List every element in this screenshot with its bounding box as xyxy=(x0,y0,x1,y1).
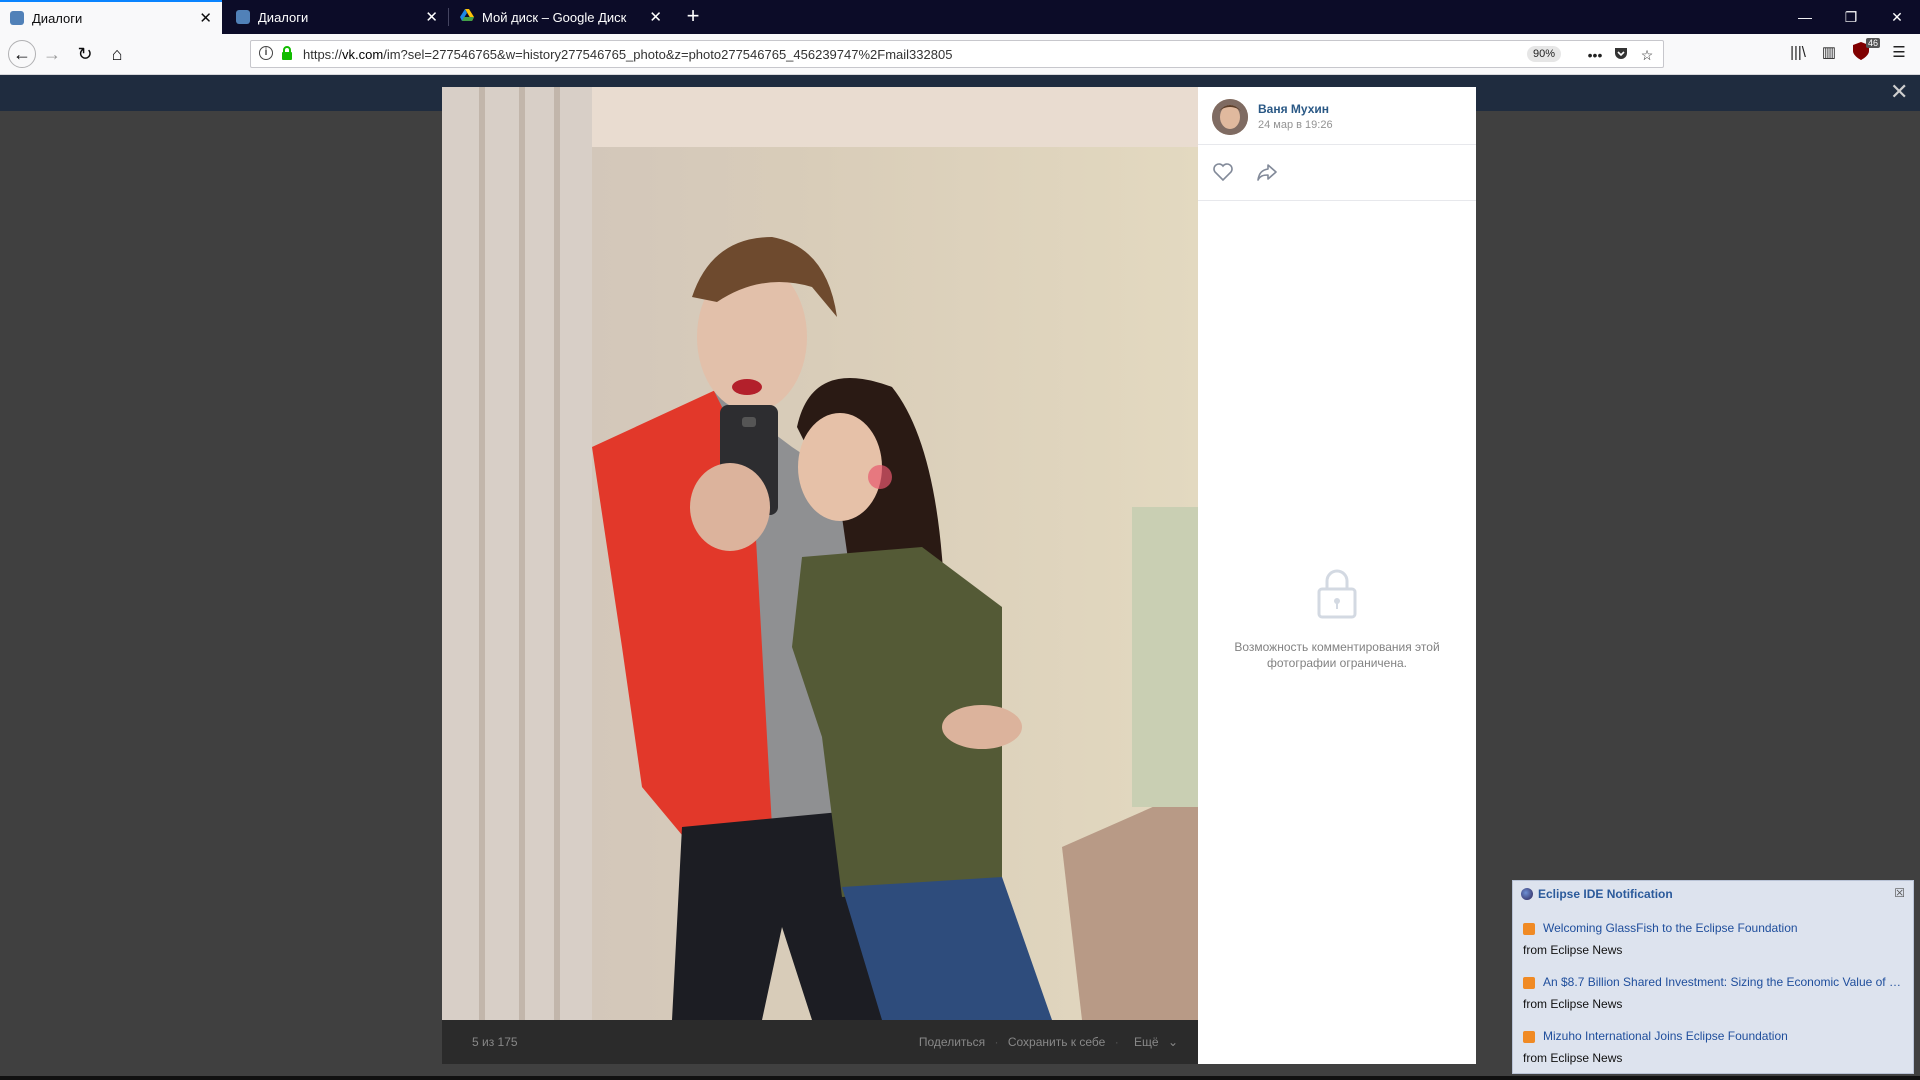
notification-title: Eclipse IDE Notification xyxy=(1538,887,1673,901)
minimize-button[interactable]: — xyxy=(1782,0,1828,34)
url-text[interactable]: https://vk.com/im?sel=277546765&w=histor… xyxy=(303,47,952,62)
divider xyxy=(1198,200,1476,201)
notification-source: from Eclipse News xyxy=(1523,943,1623,957)
vk-favicon-icon xyxy=(10,11,24,25)
comments-restricted-text: Возможность комментирования этой фотогра… xyxy=(1234,640,1440,670)
chevron-down-icon: ⌄ xyxy=(1167,1035,1178,1049)
rss-icon xyxy=(1523,1031,1535,1043)
share-arrow-icon[interactable] xyxy=(1256,162,1280,182)
share-link[interactable]: Поделиться xyxy=(919,1035,985,1049)
sidebar-icon[interactable]: ▥ xyxy=(1818,42,1840,64)
photo-footer: 5 из 175 Поделиться · Сохранить к себе ·… xyxy=(442,1020,1198,1064)
heart-icon[interactable] xyxy=(1212,162,1236,182)
separator-dot: · xyxy=(994,1035,999,1049)
rss-icon xyxy=(1523,923,1535,935)
tab-title: Мой диск – Google Диск xyxy=(482,9,627,25)
close-icon[interactable]: ✕ xyxy=(425,8,438,26)
forward-arrow-icon[interactable]: → xyxy=(40,42,64,66)
tab-google-drive[interactable]: Мой диск – Google Диск ✕ xyxy=(450,0,672,34)
notification-source: from Eclipse News xyxy=(1523,1051,1623,1065)
reload-icon[interactable]: ↻ xyxy=(73,42,97,66)
tab-dialogs-2[interactable]: Диалоги ✕ xyxy=(226,0,448,34)
zoom-level-badge[interactable]: 90% xyxy=(1526,46,1561,62)
tab-dialogs-1[interactable]: Диалоги ✕ xyxy=(0,0,222,34)
notification-link[interactable]: Mizuho International Joins Eclipse Found… xyxy=(1543,1029,1901,1043)
photo[interactable] xyxy=(442,87,1198,1020)
more-label: Ещё xyxy=(1134,1035,1159,1049)
photo-counter: 5 из 175 xyxy=(472,1035,518,1049)
info-icon[interactable]: i xyxy=(259,46,273,60)
menu-icon[interactable]: ☰ xyxy=(1888,42,1910,64)
navigation-toolbar: ← → ↻ ⌂ i https://vk.com/im?sel=27754676… xyxy=(0,34,1920,75)
vk-favicon-icon xyxy=(236,10,250,24)
new-tab-button[interactable]: + xyxy=(683,0,703,34)
close-icon[interactable]: ✕ xyxy=(649,8,662,26)
tab-divider xyxy=(448,8,449,26)
photo-actions: Поделиться · Сохранить к себе · Ещё ⌄ xyxy=(913,1035,1178,1049)
library-icon[interactable]: |||\ xyxy=(1787,42,1809,64)
restore-button[interactable]: ❐ xyxy=(1828,0,1874,34)
eclipse-icon xyxy=(1521,888,1533,900)
notification-source: from Eclipse News xyxy=(1523,997,1623,1011)
rss-icon xyxy=(1523,977,1535,989)
more-menu-link[interactable]: Ещё ⌄ xyxy=(1128,1035,1178,1049)
tab-title: Диалоги xyxy=(32,10,83,26)
notification-header: Eclipse IDE Notification xyxy=(1521,887,1673,901)
address-bar[interactable]: i https://vk.com/im?sel=277546765&w=hist… xyxy=(250,40,1664,68)
tab-strip: Диалоги ✕ Диалоги ✕ Мой диск – Google Ди… xyxy=(0,0,1920,34)
back-arrow-icon[interactable]: ← xyxy=(8,40,36,68)
eclipse-notification-popup: Eclipse IDE Notification ☒ Welcoming Gla… xyxy=(1512,880,1914,1074)
padlock-icon xyxy=(1315,567,1359,619)
url-path: /im?sel=277546765&w=history277546765_pho… xyxy=(383,47,953,62)
bookmark-star-icon[interactable]: ☆ xyxy=(1637,45,1657,65)
url-host: vk.com xyxy=(342,47,384,62)
author-name[interactable]: Ваня Мухин xyxy=(1258,102,1329,116)
notification-link[interactable]: Welcoming GlassFish to the Eclipse Found… xyxy=(1543,921,1901,935)
photo-info-panel: Ваня Мухин 24 мар в 19:26 Возможность ко… xyxy=(1198,87,1476,1064)
pocket-icon[interactable] xyxy=(1611,45,1631,65)
ublock-count-badge: 46 xyxy=(1866,38,1881,48)
home-icon[interactable]: ⌂ xyxy=(105,42,129,66)
close-icon[interactable]: ✕ xyxy=(199,9,212,27)
avatar[interactable] xyxy=(1212,99,1248,135)
url-scheme: https:// xyxy=(303,47,343,62)
taskbar-edge xyxy=(0,1076,1920,1080)
close-icon[interactable]: ☒ xyxy=(1894,886,1905,900)
post-date[interactable]: 24 мар в 19:26 xyxy=(1258,119,1333,131)
tab-title: Диалоги xyxy=(258,9,309,25)
notification-link[interactable]: An $8.7 Billion Shared Investment: Sizin… xyxy=(1543,975,1901,989)
photo-image xyxy=(442,87,1198,1020)
separator-dot: · xyxy=(1114,1035,1119,1049)
google-drive-icon xyxy=(460,9,474,25)
save-to-profile-link[interactable]: Сохранить к себе xyxy=(1008,1035,1106,1049)
lock-icon[interactable] xyxy=(281,46,293,60)
window-close-button[interactable]: ✕ xyxy=(1874,0,1920,34)
page-actions-icon[interactable]: ••• xyxy=(1585,45,1605,65)
close-viewer-icon[interactable]: ✕ xyxy=(1890,81,1908,103)
divider xyxy=(1198,144,1476,145)
